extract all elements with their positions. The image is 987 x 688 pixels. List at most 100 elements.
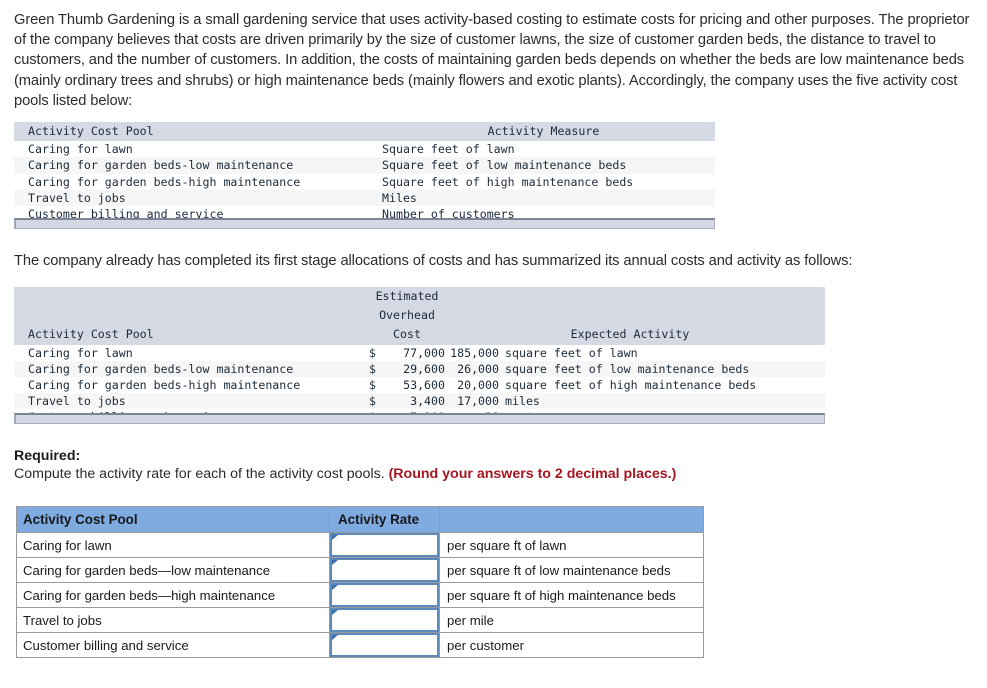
cell-currency: $ xyxy=(369,393,387,410)
cell-pool: Caring for garden beds—high maintenance xyxy=(16,582,330,608)
activity-rate-input[interactable] xyxy=(332,585,437,605)
mid-paragraph: The company already has completed its fi… xyxy=(14,253,853,269)
table-header-row: Activity Cost Pool Activity Measure xyxy=(14,122,715,142)
col-header-activity-rate: Activity Rate xyxy=(329,506,440,533)
table-row: Caring for lawn Square feet of lawn xyxy=(14,141,715,158)
cell-pool: Travel to jobs xyxy=(14,189,382,207)
col-header-activity-cost-pool: Activity Cost Pool xyxy=(14,122,382,142)
cell-unit: square feet of lawn xyxy=(505,344,825,361)
cell-activity-rate[interactable] xyxy=(329,532,440,558)
required-instruction: Compute the activity rate for each of th… xyxy=(14,466,676,482)
cell-unit: per square ft of low maintenance beds xyxy=(439,557,704,583)
cell-activity-rate[interactable] xyxy=(329,632,440,658)
col-header-unit xyxy=(439,506,704,533)
activity-rate-input-wrapper[interactable] xyxy=(330,608,439,632)
cell-cost: 29,600 xyxy=(387,360,445,378)
cell-quantity: 185,000 xyxy=(445,344,505,361)
cell-measure: Miles xyxy=(382,189,715,207)
cell-measure: Square feet of lawn xyxy=(382,141,715,158)
table-row: Caring for lawn per square ft of lawn xyxy=(16,532,704,558)
table2-horizontal-scrollbar[interactable] xyxy=(14,413,825,424)
cell-pool: Caring for garden beds-high maintenance xyxy=(14,173,382,190)
cell-pool: Caring for lawn xyxy=(16,532,330,558)
cell-cost: 53,600 xyxy=(387,377,445,394)
cell-currency: $ xyxy=(369,344,387,361)
cell-pool: Caring for garden beds-low maintenance xyxy=(14,157,382,174)
col-header-activity-measure: Activity Measure xyxy=(382,122,715,142)
cell-pool: Caring for garden beds-high maintenance xyxy=(14,377,369,394)
table-row: Caring for garden beds—high maintenance … xyxy=(16,582,704,608)
table-row: Caring for garden beds-high maintenance … xyxy=(14,173,715,190)
cell-quantity: 20,000 xyxy=(445,377,505,394)
cell-cost: 77,000 xyxy=(387,344,445,361)
activity-rate-input-wrapper[interactable] xyxy=(330,583,439,607)
spacer-cell xyxy=(14,306,369,326)
cell-pool: Customer billing and service xyxy=(16,632,330,658)
table-row: Travel to jobs per mile xyxy=(16,607,704,633)
answer-table-header-row: Activity Cost Pool Activity Rate xyxy=(16,506,704,533)
cell-pool: Travel to jobs xyxy=(16,607,330,633)
table-row: Customer billing and service per custome… xyxy=(16,632,704,658)
col-header-cost-line3: Cost xyxy=(369,325,445,345)
activity-rate-input-wrapper[interactable] xyxy=(330,533,439,557)
intro-paragraph: Green Thumb Gardening is a small gardeni… xyxy=(14,12,970,109)
col-header-cost-line2: Overhead xyxy=(369,306,445,326)
cell-measure: Square feet of low maintenance beds xyxy=(382,157,715,174)
table-row: Travel to jobs $ 3,400 17,000 miles xyxy=(14,393,825,410)
scrollbar-thumb[interactable] xyxy=(15,220,18,228)
scrollbar-thumb[interactable] xyxy=(15,415,18,423)
cell-cost: 3,400 xyxy=(387,393,445,410)
cell-currency: $ xyxy=(369,360,387,378)
activity-rate-input[interactable] xyxy=(332,610,437,630)
cell-unit: per customer xyxy=(439,632,704,658)
cell-unit: per square ft of high maintenance beds xyxy=(439,582,704,608)
spacer-cell xyxy=(14,287,369,307)
required-instruction-text: Compute the activity rate for each of th… xyxy=(14,466,389,482)
cell-unit: per square ft of lawn xyxy=(439,532,704,558)
activity-rate-input-wrapper[interactable] xyxy=(330,558,439,582)
table-row: Caring for garden beds-low maintenance S… xyxy=(14,157,715,174)
activity-rate-input[interactable] xyxy=(332,635,437,655)
col-header-expected-activity: Expected Activity xyxy=(445,325,825,345)
cell-pool: Travel to jobs xyxy=(14,393,369,410)
activity-rate-input[interactable] xyxy=(332,535,437,555)
annual-costs-table-container: Estimated Overhead Activity Cost Pool Co… xyxy=(14,287,825,426)
activity-measure-table: Activity Cost Pool Activity Measure Cari… xyxy=(14,122,715,223)
cell-unit: per mile xyxy=(439,607,704,633)
table-row: Caring for garden beds-high maintenance … xyxy=(14,377,825,394)
table1-horizontal-scrollbar[interactable] xyxy=(14,218,715,229)
cell-unit: miles xyxy=(505,393,825,410)
cell-currency: $ xyxy=(369,377,387,394)
spacer-cell xyxy=(445,306,825,326)
table-header-row-line1: Estimated xyxy=(14,287,825,307)
cell-pool: Caring for garden beds-low maintenance xyxy=(14,360,369,378)
cell-unit: square feet of low maintenance beds xyxy=(505,360,825,378)
activity-measure-table-container: Activity Cost Pool Activity Measure Cari… xyxy=(14,122,715,223)
spacer-cell xyxy=(445,287,825,307)
col-header-activity-cost-pool: Activity Cost Pool xyxy=(14,325,369,345)
activity-rate-input-wrapper[interactable] xyxy=(330,633,439,657)
rounding-note: (Round your answers to 2 decimal places.… xyxy=(388,466,677,482)
cell-pool: Caring for lawn xyxy=(14,141,382,158)
activity-rate-answer-table-container: Activity Cost Pool Activity Rate Caring … xyxy=(16,506,704,658)
cell-pool: Caring for lawn xyxy=(14,344,369,361)
cell-activity-rate[interactable] xyxy=(329,607,440,633)
cell-measure: Square feet of high maintenance beds xyxy=(382,173,715,190)
table-row: Travel to jobs Miles xyxy=(14,189,715,207)
table-header-row-line3: Activity Cost Pool Cost Expected Activit… xyxy=(14,325,825,345)
activity-rate-input[interactable] xyxy=(332,560,437,580)
cell-pool: Caring for garden beds—low maintenance xyxy=(16,557,330,583)
col-header-activity-cost-pool: Activity Cost Pool xyxy=(16,506,330,533)
cell-quantity: 26,000 xyxy=(445,360,505,378)
cell-unit: square feet of high maintenance beds xyxy=(505,377,825,394)
cell-activity-rate[interactable] xyxy=(329,582,440,608)
table-row: Caring for garden beds—low maintenance p… xyxy=(16,557,704,583)
annual-costs-table: Estimated Overhead Activity Cost Pool Co… xyxy=(14,287,825,426)
cell-quantity: 17,000 xyxy=(445,393,505,410)
table-header-row-line2: Overhead xyxy=(14,306,825,326)
table-row: Caring for lawn $ 77,000 185,000 square … xyxy=(14,344,825,361)
cell-activity-rate[interactable] xyxy=(329,557,440,583)
required-label: Required: xyxy=(14,448,81,464)
table-row: Caring for garden beds-low maintenance $… xyxy=(14,360,825,378)
col-header-cost-line1: Estimated xyxy=(369,287,445,307)
